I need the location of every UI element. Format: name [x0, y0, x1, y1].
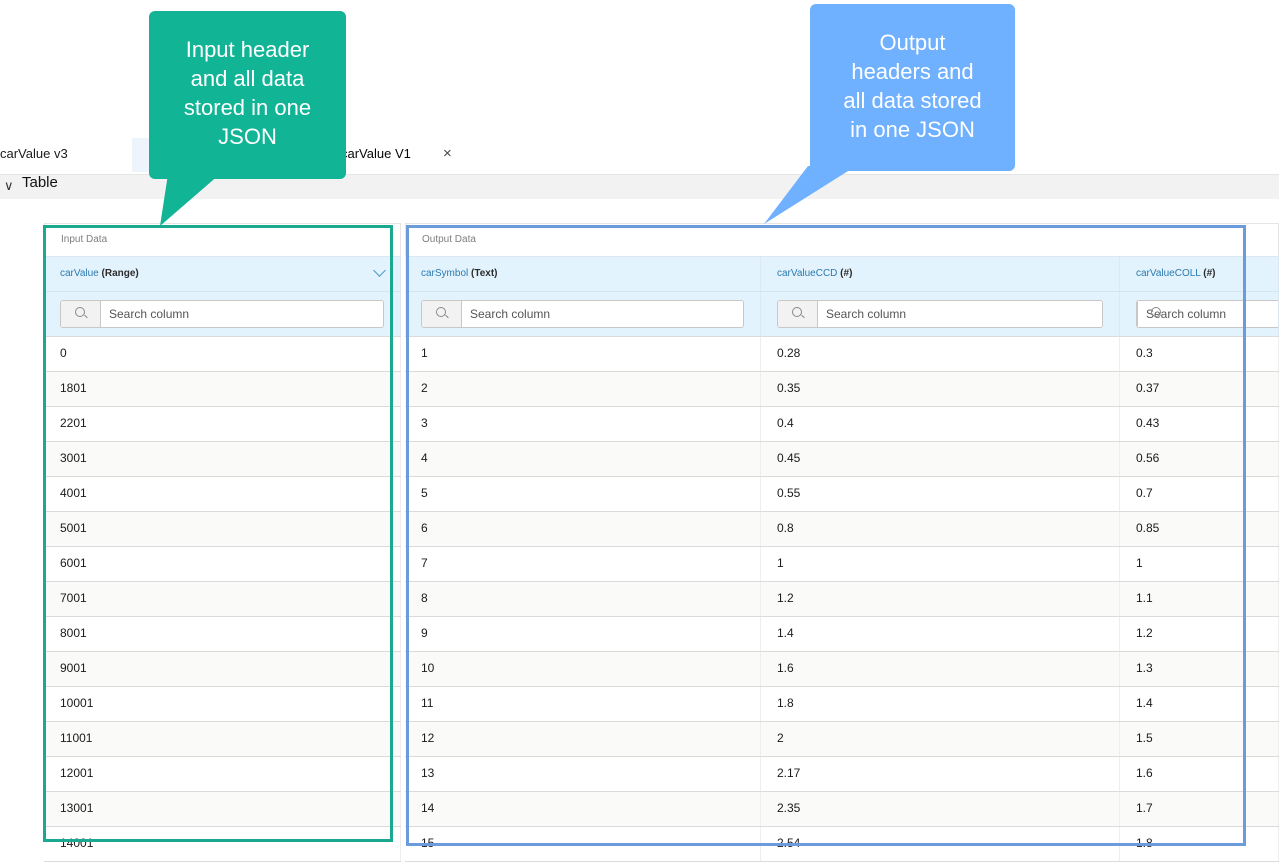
- input-callout: Input header and all data stored in one …: [149, 11, 346, 179]
- output-highlight-frame: [406, 225, 1246, 846]
- chevron-down-icon[interactable]: ∨: [4, 178, 14, 194]
- input-highlight-frame: [43, 225, 393, 842]
- close-icon[interactable]: ×: [443, 145, 452, 163]
- input-callout-text: Input header and all data stored in one …: [183, 37, 312, 149]
- output-callout-text: Output headers and all data stored in on…: [843, 30, 982, 142]
- section-title: Table: [22, 174, 58, 191]
- tab-label: carValue v3: [0, 146, 68, 161]
- output-callout-pointer: [764, 166, 856, 224]
- tab-label: carValue V1: [341, 146, 411, 161]
- output-callout: Output headers and all data stored in on…: [810, 4, 1015, 171]
- tab-carvalue-v3[interactable]: carValue v3: [0, 138, 132, 172]
- tab-carvalue-v1[interactable]: carValue V1: [341, 138, 411, 170]
- input-callout-pointer: [160, 174, 220, 226]
